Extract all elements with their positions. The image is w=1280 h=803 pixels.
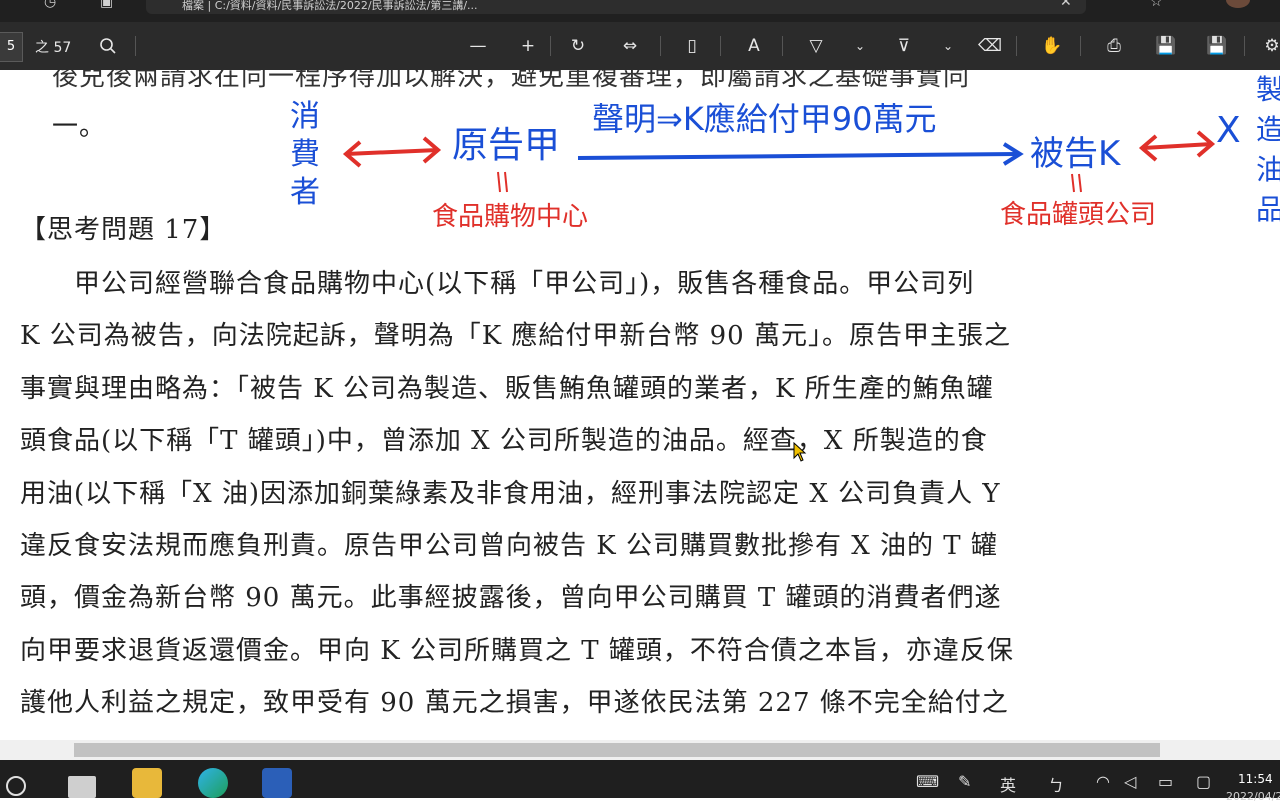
tab-title: 檔案 | C:/資料/資料/民事訴訟法/2022/民事訴訟法/第三講/... [182,0,478,12]
file-explorer-icon[interactable] [132,768,162,798]
eraser-icon[interactable]: ⌫ [976,34,1004,58]
divider [135,36,136,56]
favorites-icon[interactable]: ☆ [1150,0,1163,10]
wifi-icon[interactable]: ◠ [1096,772,1110,791]
annotation-strokes [342,130,1216,193]
highlight-icon[interactable]: ⊽ [890,34,918,58]
equals-mark [497,171,501,193]
divider [550,36,551,56]
equals-mark [504,171,508,193]
arrow-claim [577,152,1021,160]
save-as-icon[interactable]: 💾 [1203,34,1231,58]
battery-icon[interactable]: ▭ [1158,772,1173,791]
fit-page-icon[interactable]: ⇔ [616,34,644,58]
settings-icon[interactable]: ⚙ [1258,34,1280,58]
search-icon[interactable] [6,776,26,796]
divider [720,36,721,56]
clock-date[interactable]: 2022/04/20 [1226,790,1280,803]
window-titlebar: ◷ ▣ 檔案 | C:/資料/資料/民事訴訟法/2022/民事訴訟法/第三講/.… [0,0,1280,22]
page-number-input[interactable]: 5 [0,32,23,62]
browser-tab[interactable]: 檔案 | C:/資料/資料/民事訴訟法/2022/民事訴訟法/第三講/... [146,0,1086,14]
pdf-page: 後兒後兩請求在同一程序得加以解決，避免重複審理，即屬請求之基礎事實同 一。 【思… [0,70,1280,740]
ime-indicator[interactable]: 英 [1000,772,1016,796]
search-icon[interactable] [94,34,122,58]
arrow-consumer-plaintiff [345,148,439,156]
page-view-icon[interactable]: ▯ [678,34,706,58]
ime-mode-icon[interactable]: ㄅ [1048,772,1064,796]
divider [1244,36,1245,56]
divider [782,36,783,56]
tab-close-icon[interactable]: ✕ [1060,0,1072,10]
clock-time[interactable]: 11:54 [1238,772,1273,786]
pen-icon[interactable]: ✎ [958,772,971,791]
avatar[interactable] [1226,0,1250,8]
save-icon[interactable]: 💾 [1152,34,1180,58]
task-view-icon[interactable] [68,776,96,798]
keyboard-icon[interactable]: ⌨ [916,772,939,791]
taskbar: ⌨ ✎ 英 ㄅ ◠ ◁ ▭ ▢ 11:54 2022/04/20 [0,760,1280,803]
chevron-down-icon[interactable]: ⌄ [846,34,874,58]
divider [1016,36,1017,56]
notification-icon[interactable]: ▢ [1196,772,1211,791]
arrow-defendant-x [1141,142,1213,150]
equals-mark [1078,173,1082,193]
scrollbar-thumb[interactable] [74,743,1160,757]
page-total: 之 57 [35,40,72,56]
equals-mark [1071,173,1075,193]
read-aloud-icon[interactable]: A [740,34,768,58]
divider [660,36,661,56]
chevron-down-icon[interactable]: ⌄ [934,34,962,58]
pdf-toolbar: 5 之 57 — + ↻ ⇔ ▯ A ▽ ⌄ ⊽ ⌄ ⌫ ✋ ⎙ 💾 💾 ⚙ [0,22,1280,70]
edge-browser-icon[interactable] [198,768,228,798]
horizontal-scrollbar[interactable] [0,740,1280,760]
tab-actions-icon[interactable]: ▣ [100,0,113,10]
zoom-in-icon[interactable]: + [514,34,542,58]
print-icon[interactable]: ⎙ [1100,34,1128,58]
divider [1080,36,1081,56]
touch-icon[interactable]: ✋ [1038,34,1066,58]
rotate-icon[interactable]: ↻ [564,34,592,58]
zoom-out-icon[interactable]: — [464,34,492,58]
mouse-cursor [793,441,807,462]
history-icon[interactable]: ◷ [44,0,56,10]
draw-icon[interactable]: ▽ [802,34,830,58]
word-icon[interactable] [262,768,292,798]
volume-icon[interactable]: ◁ [1124,772,1136,791]
